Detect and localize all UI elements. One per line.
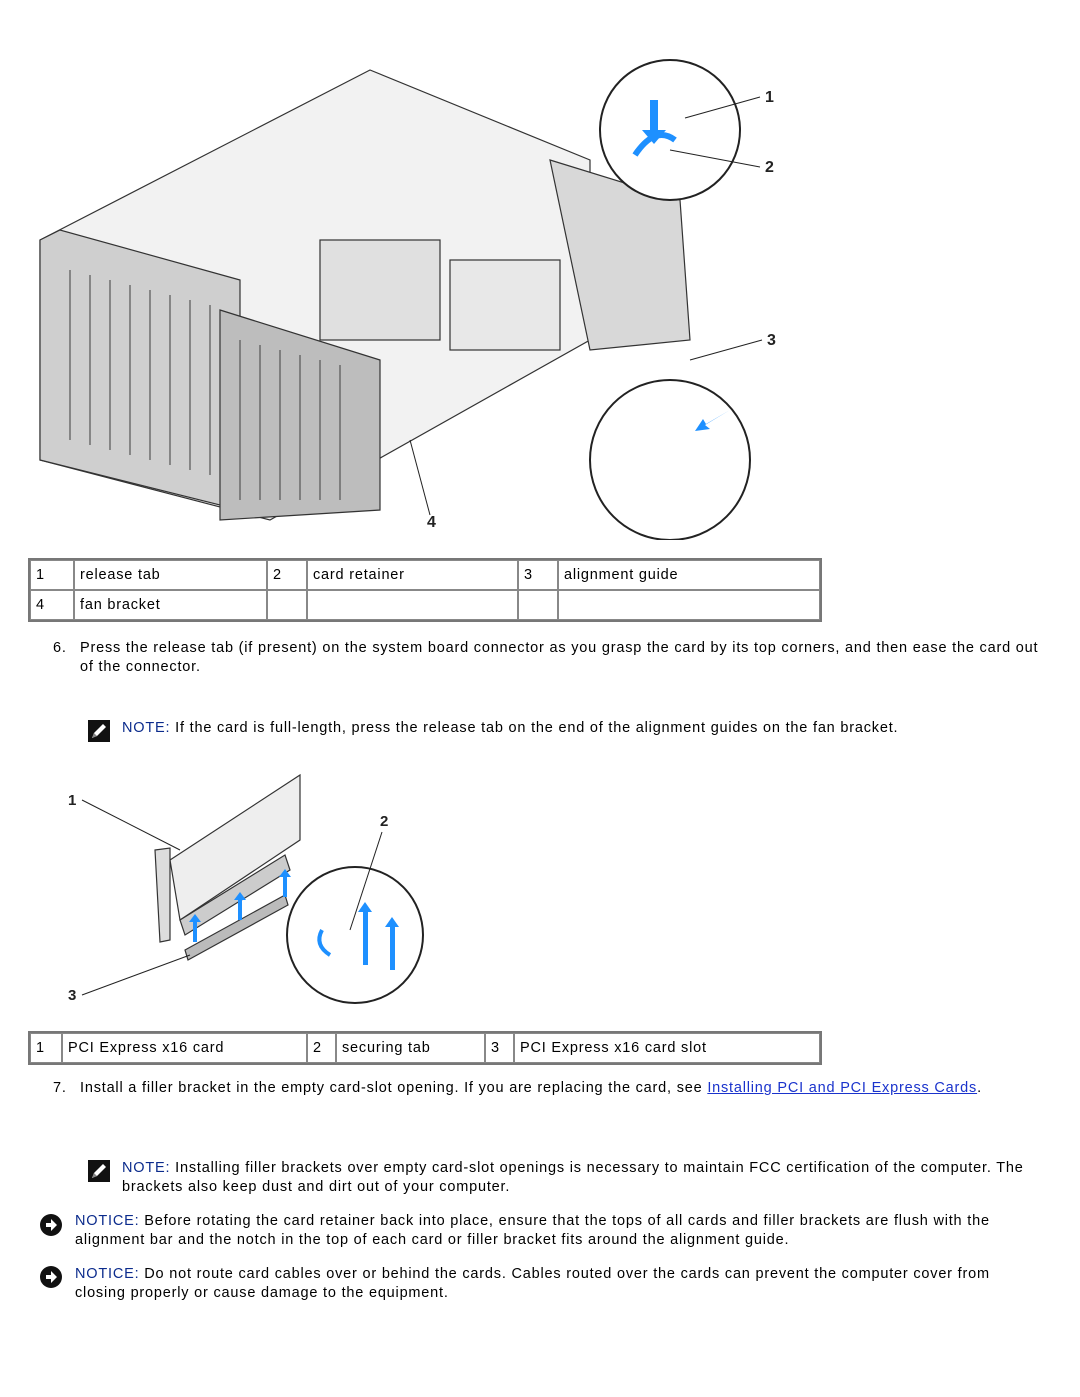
table-cell-label (558, 590, 820, 620)
notice-arrow-icon (40, 1214, 62, 1236)
note-label: NOTE: (122, 720, 171, 736)
note-text: Installing filler brackets over empty ca… (122, 1160, 1024, 1195)
note-2: NOTE: Installing filler brackets over em… (122, 1159, 1042, 1197)
notice-text: Do not route card cables over or behind … (75, 1266, 990, 1301)
table-row: 1 release tab 2 card retainer 3 alignmen… (30, 560, 820, 590)
table-row: 4 fan bracket (30, 590, 820, 620)
table-cell-num: 3 (485, 1033, 514, 1063)
table-cell-label: fan bracket (74, 590, 267, 620)
step-text: Install a filler bracket in the empty ca… (80, 1080, 708, 1096)
notice-arrow-icon (40, 1266, 62, 1288)
table-cell-num: 2 (307, 1033, 336, 1063)
step-text-end: . (977, 1080, 982, 1096)
installing-pci-cards-link[interactable]: Installing PCI and PCI Express Cards (707, 1080, 977, 1096)
table-cell-label: PCI Express x16 card slot (514, 1033, 820, 1063)
callout-magnifier-top (599, 59, 741, 201)
table-row: 1 PCI Express x16 card 2 securing tab 3 … (30, 1033, 820, 1063)
callout-1: 1 (68, 792, 77, 809)
table-cell-num (518, 590, 558, 620)
table-cell-label (307, 590, 518, 620)
notice-1: NOTICE: Before rotating the card retaine… (75, 1212, 1045, 1250)
table-cell-num: 1 (30, 560, 74, 590)
notice-2: NOTICE: Do not route card cables over or… (75, 1265, 1045, 1303)
notice-label: NOTICE: (75, 1213, 140, 1229)
callout-1: 1 (765, 89, 775, 106)
note-1: NOTE: If the card is full-length, press … (122, 719, 1042, 738)
step-text: Press the release tab (if present) on th… (80, 640, 1039, 675)
callout-3: 3 (68, 987, 77, 1004)
step-number: 7. (53, 1080, 67, 1096)
table-cell-num: 1 (30, 1033, 62, 1063)
callout-2: 2 (380, 813, 389, 830)
table-cell-label: release tab (74, 560, 267, 590)
notice-label: NOTICE: (75, 1266, 140, 1282)
callout-table-2: 1 PCI Express x16 card 2 securing tab 3 … (28, 1031, 822, 1065)
notice-text: Before rotating the card retainer back i… (75, 1213, 990, 1248)
callout-2: 2 (765, 159, 775, 176)
step-number: 6. (53, 640, 67, 656)
callout-4: 4 (427, 514, 437, 531)
pencil-note-icon (88, 720, 110, 742)
callout-magnifier-bottom (589, 379, 751, 540)
figure-pci-card-removal: 1 2 3 (60, 770, 430, 1010)
callout-magnifier (286, 866, 424, 1004)
table-cell-num: 2 (267, 560, 307, 590)
note-text: If the card is full-length, press the re… (170, 720, 899, 736)
callout-table-1: 1 release tab 2 card retainer 3 alignmen… (28, 558, 822, 622)
table-cell-label: card retainer (307, 560, 518, 590)
pencil-note-icon (88, 1160, 110, 1182)
figure-computer-interior: 1 2 3 4 (30, 40, 790, 540)
table-cell-label: alignment guide (558, 560, 820, 590)
table-cell-num: 3 (518, 560, 558, 590)
table-cell-label: securing tab (336, 1033, 485, 1063)
table-cell-label: PCI Express x16 card (62, 1033, 307, 1063)
table-cell-num (267, 590, 307, 620)
pci-card-illustration (154, 773, 301, 961)
table-cell-num: 4 (30, 590, 74, 620)
note-label: NOTE: (122, 1160, 171, 1176)
callout-3: 3 (767, 332, 777, 349)
